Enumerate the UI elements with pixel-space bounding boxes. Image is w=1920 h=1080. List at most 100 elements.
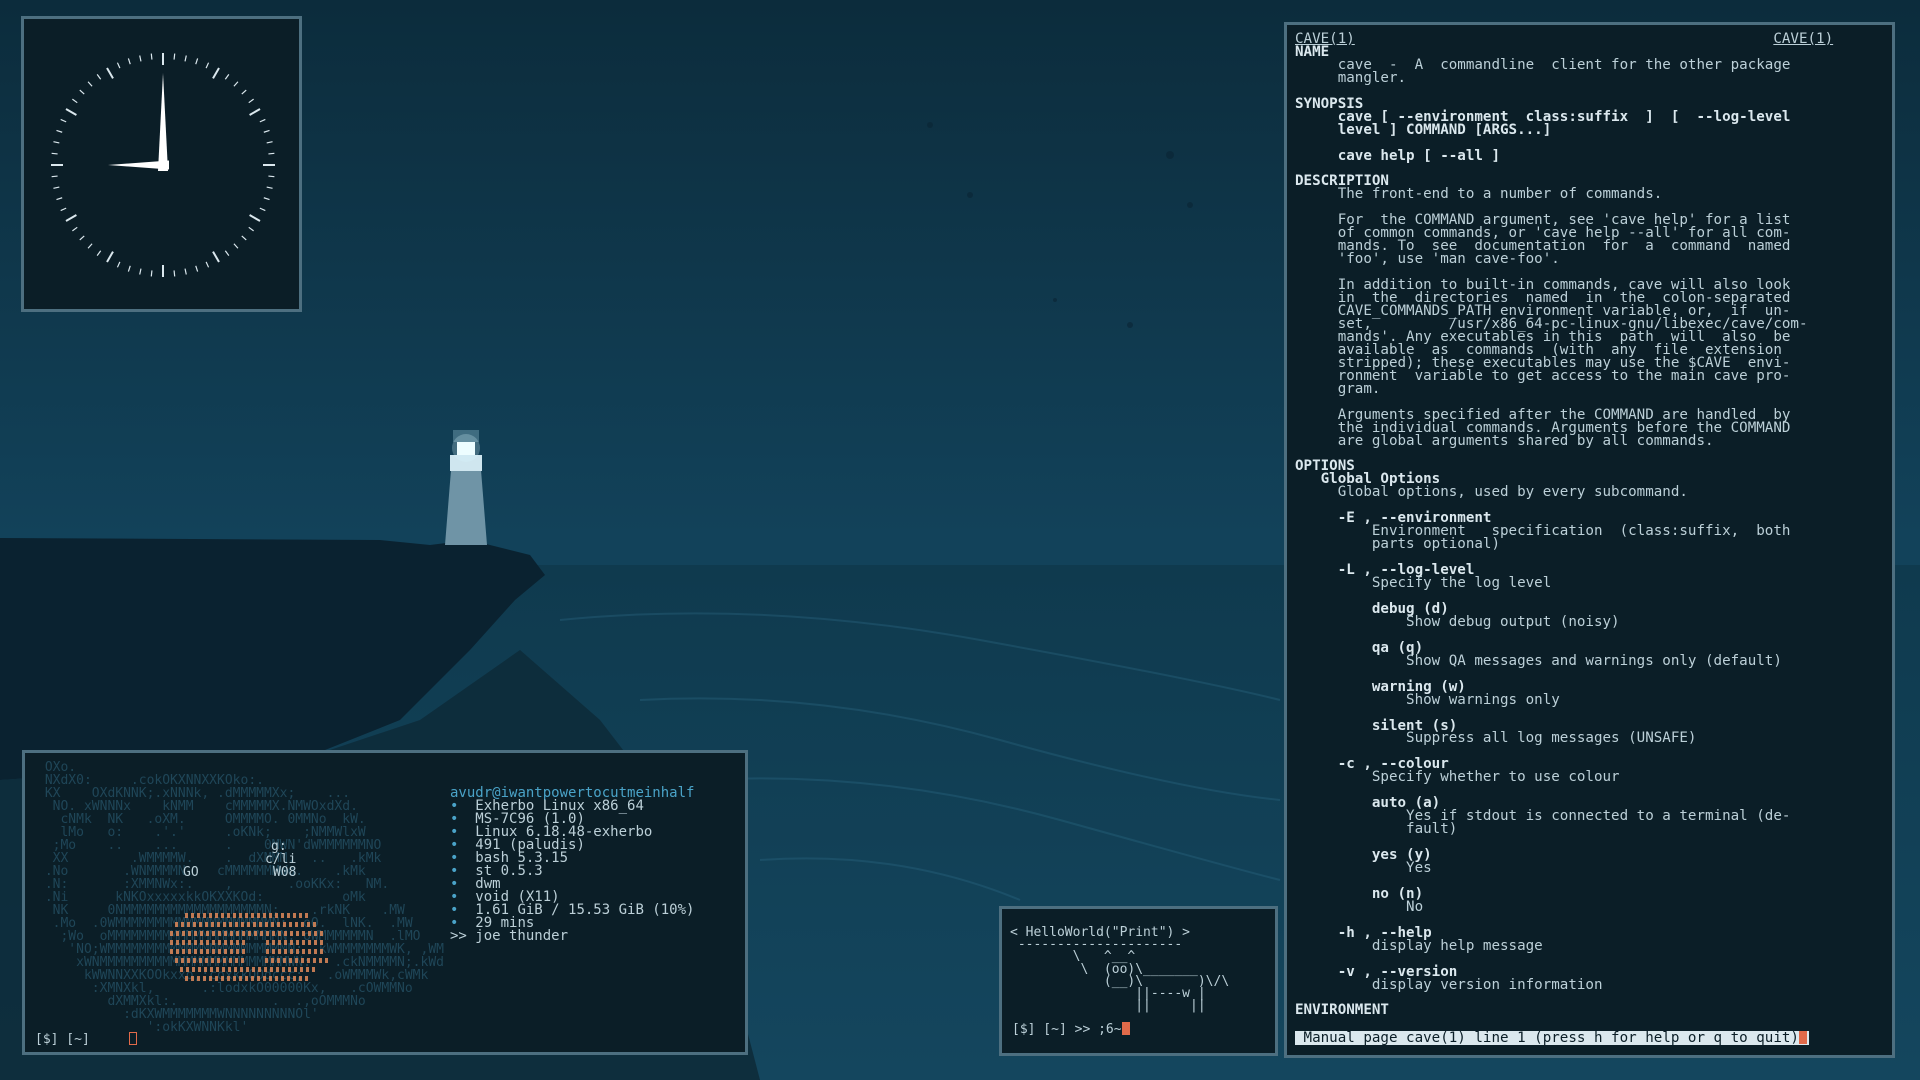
clock-minute-tick (173, 270, 176, 277)
logo-dot (266, 931, 269, 936)
clock-minute-tick (233, 243, 239, 249)
clock-minute-tick (224, 250, 230, 256)
clock-minute-tick (241, 235, 247, 241)
logo-dot (263, 913, 266, 918)
logo-dot (278, 940, 281, 945)
clock-minute-tick (53, 186, 60, 189)
logo-dot (248, 931, 251, 936)
logo-dot (301, 958, 304, 963)
man-name-text: cave - A commandline client for the othe… (1337, 56, 1791, 86)
clock-minute-tick (116, 62, 121, 69)
clock-minute-tick (263, 129, 270, 133)
man-opt-colour-desc: Specify whether to use colour (1295, 769, 1620, 786)
man-opt-version-desc: display version information (1295, 976, 1603, 993)
logo-dot (313, 958, 316, 963)
logo-dot (236, 931, 239, 936)
logo-dot (235, 922, 238, 927)
logo-dot (247, 922, 250, 927)
system-info: avudr@iwantpowertocutmeinhalf • Exherbo … (450, 785, 695, 944)
logo-dot (206, 940, 209, 945)
logo-dot (191, 913, 194, 918)
logo-dot (224, 940, 227, 945)
logo-dot (217, 922, 220, 927)
logo-dot (236, 949, 239, 954)
logo-dot (181, 922, 184, 927)
logo-dot (211, 922, 214, 927)
logo-dot (224, 931, 227, 936)
fetch-last-line: joe thunder (466, 928, 569, 944)
distro-logo-highlight (170, 913, 328, 981)
clock-hour-tick (212, 67, 220, 79)
man-description-3: In addition to built-in commands, cave w… (1337, 277, 1808, 397)
man-page-terminal[interactable]: CAVE(1) CAVE(1) NAME cave - A commandlin… (1284, 22, 1895, 1058)
logo-dot (314, 931, 317, 936)
logo-dot (287, 913, 290, 918)
logo-dot (265, 922, 268, 927)
logo-dot (212, 949, 215, 954)
logo-dot (246, 967, 249, 972)
logo-dot (170, 949, 173, 954)
logo-dot (200, 940, 203, 945)
logo-dot (294, 967, 297, 972)
clock-minute-tick (127, 58, 131, 65)
logo-dot (175, 922, 178, 927)
man-opt-environment-desc: Environment specification (class:suffix,… (1371, 523, 1791, 553)
clock-window[interactable] (21, 16, 302, 312)
logo-dot (205, 958, 208, 963)
cowsay-output: < HelloWorld("Print") > ----------------… (1010, 925, 1230, 1014)
art-label-go: GO (183, 865, 199, 880)
logo-dot (254, 931, 257, 936)
logo-dot (223, 922, 226, 927)
logo-dot (276, 967, 279, 972)
logo-dot (199, 958, 202, 963)
man-global-options-text: Global options, used by every subcommand… (1295, 484, 1688, 501)
logo-dot (233, 913, 236, 918)
logo-dot (271, 922, 274, 927)
logo-dot (230, 940, 233, 945)
logo-dot (312, 967, 315, 972)
clock-minute-tick (96, 250, 102, 256)
logo-dot (305, 976, 308, 981)
man-header-right: CAVE(1) (1773, 31, 1834, 47)
logo-dot (217, 958, 220, 963)
shell-prompt[interactable]: [$] [~] (35, 1032, 137, 1047)
fetch-terminal[interactable]: OXo. NXdX0: .cokOKXNNXXKOko:. KX OXdKNNK… (22, 750, 748, 1055)
logo-dot (281, 913, 284, 918)
man-section-environment: ENVIRONMENT (1295, 1002, 1389, 1019)
clock-minute-tick (87, 81, 93, 87)
logo-dot (186, 967, 189, 972)
man-description-4: Arguments specified after the COMMAND ar… (1337, 406, 1791, 449)
logo-dot (293, 976, 296, 981)
clock-minute-tick (150, 270, 153, 277)
logo-dot (325, 958, 328, 963)
logo-dot (206, 931, 209, 936)
logo-dot (283, 958, 286, 963)
logo-dot (302, 931, 305, 936)
man-opt-log-level-desc: Specify the log level (1295, 575, 1552, 592)
logo-dot (218, 940, 221, 945)
logo-dot (199, 922, 202, 927)
logo-dot (296, 931, 299, 936)
cowsay-terminal[interactable]: < HelloWorld("Print") > ----------------… (999, 906, 1278, 1056)
man-opt-warning-desc: Show warnings only (1295, 691, 1560, 708)
clock-minute-hand (158, 73, 168, 171)
logo-dot (185, 976, 188, 981)
logo-dot (272, 940, 275, 945)
clock-minute-tick (53, 141, 60, 144)
shell-prompt[interactable]: [$] [~] >> ;6~ (1012, 1022, 1130, 1037)
logo-dot (200, 931, 203, 936)
logo-dot (320, 940, 323, 945)
clock-minute-tick (268, 152, 275, 155)
clock-hour-tick (249, 214, 261, 222)
clock-minute-tick (241, 89, 247, 95)
logo-dot (176, 940, 179, 945)
man-synopsis-2: cave help [ --all ] (1295, 147, 1500, 164)
clock-minute-tick (259, 118, 266, 123)
logo-dot (271, 958, 274, 963)
logo-dot (187, 958, 190, 963)
man-opt-debug-desc: Show debug output (noisy) (1295, 613, 1620, 630)
logo-dot (176, 931, 179, 936)
logo-dot (308, 940, 311, 945)
logo-dot (212, 940, 215, 945)
logo-dot (193, 922, 196, 927)
